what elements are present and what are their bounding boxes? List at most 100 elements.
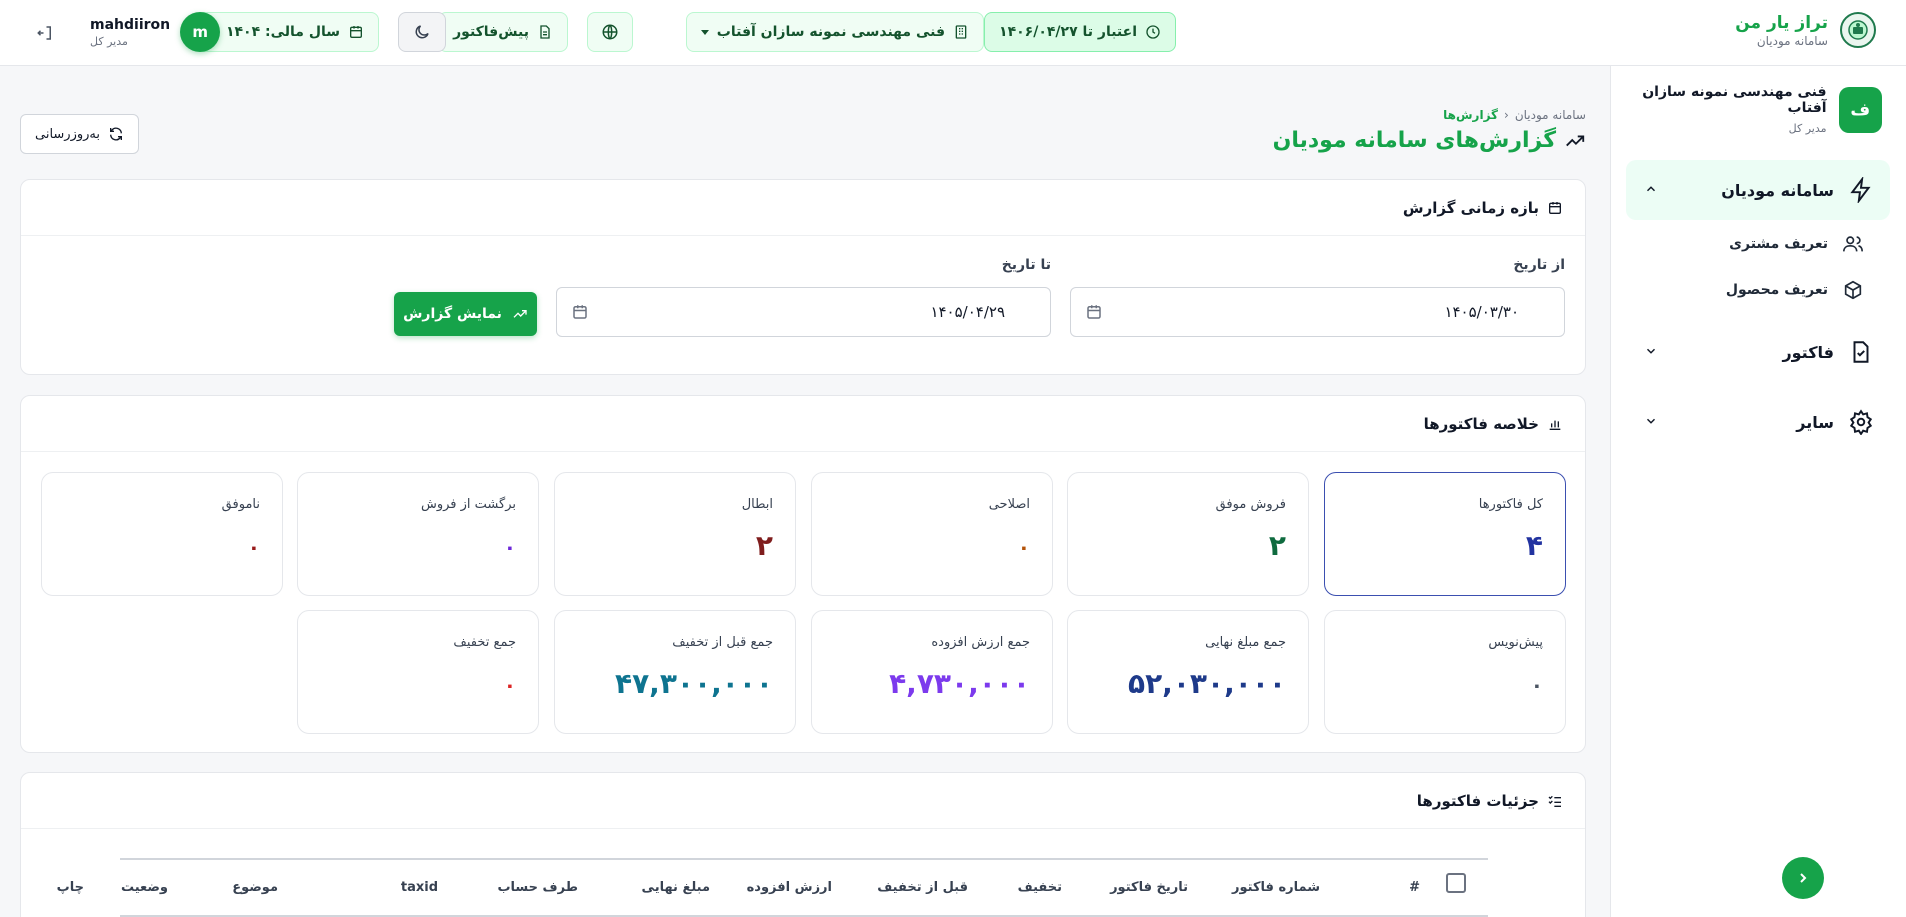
stat-label: جمع تخفیف <box>453 635 516 650</box>
to-date-input[interactable]: ۱۴۰۵/۰۴/۲۹ <box>556 287 1051 337</box>
stat-card[interactable]: جمع تخفیف ۰ <box>297 610 539 734</box>
lightning-icon <box>1850 177 1871 203</box>
to-date-label: تا تاریخ <box>1001 257 1051 273</box>
chevron-right-icon <box>1800 873 1807 883</box>
page-title: گزارش‌های سامانه مودیان <box>1273 128 1586 153</box>
stat-value: ۵۲,۰۳۰,۰۰۰ <box>1128 667 1286 700</box>
bar-chart-icon <box>1549 420 1561 430</box>
logout-button[interactable] <box>36 24 54 42</box>
stat-card[interactable]: اصلاحی ۰ <box>811 472 1053 596</box>
org-card[interactable]: ف فنی مهندسی نمونه سازان آفتاب مدیر کل <box>1611 84 1882 135</box>
breadcrumb-separator: ‹ <box>1504 108 1509 122</box>
stat-value: ۴ <box>1525 529 1543 562</box>
from-date-input[interactable]: ۱۴۰۵/۰۳/۳۰ <box>1070 287 1565 337</box>
user-name: mahdiiron <box>90 16 171 33</box>
show-report-button[interactable]: نمایش گزارش <box>394 292 537 336</box>
stat-label: اصلاحی <box>988 497 1030 512</box>
checklist-icon <box>1548 795 1561 807</box>
moon-icon <box>415 25 429 39</box>
column-header[interactable]: طرف حساب <box>497 880 578 895</box>
chevron-up-icon <box>1646 186 1656 192</box>
trend-up-icon <box>513 310 527 318</box>
sidebar-item-label: تعریف مشتری <box>1729 236 1828 252</box>
prefactor-label: پیش‌فاکتور <box>453 24 529 40</box>
theme-toggle[interactable] <box>398 12 446 52</box>
stat-value: ۰ <box>247 535 260 559</box>
to-date-value: ۱۴۰۵/۰۴/۲۹ <box>930 303 1005 321</box>
column-header[interactable]: شماره فاکتور <box>1232 880 1320 895</box>
company-selector[interactable]: فنی مهندسی نمونه سازان آفتاب <box>685 12 984 52</box>
sidebar-item-customers[interactable]: تعریف مشتری <box>1729 233 1864 255</box>
stat-label: جمع ارزش افزوده <box>931 635 1030 650</box>
stat-card[interactable]: جمع قبل از تخفیف ۴۷,۳۰۰,۰۰۰ <box>554 610 796 734</box>
stat-value: ۴,۷۳۰,۰۰۰ <box>889 667 1030 700</box>
top-header: تراز یار من سامانه مودیان اعتبار تا ۱۴۰۶… <box>0 0 1906 66</box>
column-header[interactable]: وضعیت <box>121 880 168 895</box>
sidebar-item-other[interactable]: سایر <box>1626 392 1890 452</box>
sidebar-item-products[interactable]: تعریف محصول <box>1726 279 1864 301</box>
sidebar-item-invoice[interactable]: فاکتور <box>1626 322 1890 382</box>
chevron-down-icon <box>1646 348 1656 354</box>
stat-card[interactable]: فروش موفق ۲ <box>1067 472 1309 596</box>
sidebar-item-modian[interactable]: سامانه مودیان <box>1626 160 1890 220</box>
org-name: فنی مهندسی نمونه سازان آفتاب <box>1642 84 1827 116</box>
stat-label: جمع قبل از تخفیف <box>672 635 773 650</box>
refresh-icon <box>110 127 123 141</box>
user-role: مدیر کل <box>90 34 128 48</box>
stat-value: ۲ <box>1268 529 1286 562</box>
show-report-label: نمایش گزارش <box>403 306 502 322</box>
page-title-text: گزارش‌های سامانه مودیان <box>1272 128 1556 153</box>
stat-value: ۴۷,۳۰۰,۰۰۰ <box>615 667 773 700</box>
column-header[interactable]: چاپ <box>57 880 84 895</box>
refresh-button[interactable]: به‌روزرسانی <box>20 114 140 154</box>
stat-label: برگشت از فروش <box>420 497 516 512</box>
org-badge: ف <box>1838 86 1882 133</box>
fiscal-year-label: سال مالی: ۱۴۰۴ <box>225 24 340 40</box>
column-header[interactable]: مبلغ نهایی <box>642 880 710 895</box>
stat-label: پیش‌نویس <box>1488 635 1543 650</box>
summary-title: خلاصه فاکتورها <box>1423 414 1539 433</box>
breadcrumb-root[interactable]: سامانه مودیان <box>1515 108 1586 122</box>
stat-label: فروش موفق <box>1215 497 1286 512</box>
trend-up-icon <box>1566 135 1585 146</box>
calendar-icon <box>1087 305 1101 319</box>
stat-value: ۰ <box>1530 673 1543 697</box>
from-date-label: از تاریخ <box>1513 257 1565 273</box>
stat-value: ۰ <box>503 673 516 697</box>
stat-value: ۰ <box>503 535 516 559</box>
gear-icon <box>1849 409 1873 435</box>
stat-card[interactable]: ناموفق ۰ <box>41 472 283 596</box>
stat-card[interactable]: جمع مبلغ نهایی ۵۲,۰۳۰,۰۰۰ <box>1067 610 1309 734</box>
validity-badge[interactable]: اعتبار تا ۱۴۰۶/۰۴/۲۷ <box>984 12 1176 52</box>
column-header[interactable]: تخفیف <box>1018 880 1062 895</box>
prefactor-button[interactable]: پیش‌فاکتور <box>438 12 568 52</box>
document-icon <box>540 25 550 39</box>
fiscal-year-selector[interactable]: سال مالی: ۱۴۰۴ <box>194 12 379 52</box>
brand-subtitle: سامانه مودیان <box>1756 33 1828 48</box>
language-button[interactable] <box>587 12 633 52</box>
company-name: فنی مهندسی نمونه سازان آفتاب <box>716 24 945 40</box>
brand[interactable]: تراز یار من سامانه مودیان <box>1735 12 1876 48</box>
stat-card[interactable]: برگشت از فروش ۰ <box>297 472 539 596</box>
stat-label: جمع مبلغ نهایی <box>1205 635 1286 650</box>
column-header[interactable]: موضوع <box>232 880 278 895</box>
column-header[interactable]: taxid <box>401 880 438 895</box>
stat-card[interactable]: جمع ارزش افزوده ۴,۷۳۰,۰۰۰ <box>811 610 1053 734</box>
stat-value: ۲ <box>755 529 773 562</box>
from-date-value: ۱۴۰۵/۰۳/۳۰ <box>1444 303 1519 321</box>
user-menu[interactable]: m mahdiiron مدیر کل <box>90 12 221 52</box>
stat-card[interactable]: کل فاکتورها ۴ <box>1324 472 1566 596</box>
sidebar-collapse-button[interactable] <box>1782 857 1824 899</box>
validity-text: اعتبار تا ۱۴۰۶/۰۴/۲۷ <box>999 24 1137 40</box>
column-header[interactable]: # <box>1409 880 1420 895</box>
avatar: m <box>180 12 221 52</box>
column-header[interactable]: ارزش افزوده <box>747 880 832 895</box>
stat-card[interactable]: پیش‌نویس ۰ <box>1324 610 1566 734</box>
column-header[interactable]: تاریخ فاکتور <box>1110 880 1188 895</box>
details-title: جزئیات فاکتورها <box>1416 791 1539 810</box>
date-range-title: بازه زمانی گزارش <box>1402 198 1539 217</box>
select-all-checkbox[interactable] <box>1446 873 1466 893</box>
stat-card[interactable]: ابطال ۲ <box>554 472 796 596</box>
stat-label: ابطال <box>741 497 773 512</box>
column-header[interactable]: قبل از تخفیف <box>877 880 968 895</box>
